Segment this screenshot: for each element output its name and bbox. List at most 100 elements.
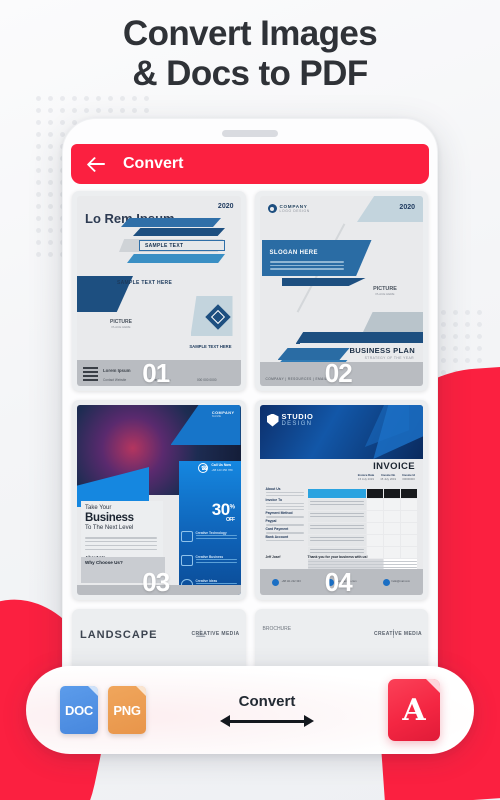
card01-picture-label: PICTURE bbox=[110, 319, 132, 325]
card01-year: 2020 bbox=[217, 203, 234, 210]
phone-mockup: Convert 2020 Lo Rem Ipsum SAMPLE TEXT SA… bbox=[62, 118, 438, 718]
card04-number: 04 bbox=[324, 567, 353, 597]
card04-thanks: Thank you for your business with us! bbox=[307, 555, 368, 559]
table-row bbox=[307, 535, 417, 546]
card02-picture-box: PICTURE PLACE HERE bbox=[363, 282, 407, 304]
card03-call-text: Call Us Now +88 123 456 789 bbox=[211, 463, 232, 472]
card03-discount: 30% OFF bbox=[212, 500, 235, 523]
card04-left-5: Bank Account bbox=[265, 535, 289, 540]
phone-icon bbox=[198, 463, 209, 473]
card02-slogan-band-2 bbox=[281, 278, 366, 286]
card01-contact-1: Contact Website bbox=[103, 378, 127, 382]
card01-footer-brand: Lorem Ipsum bbox=[103, 368, 131, 373]
card03-feature-1: Creative Technology bbox=[180, 531, 237, 542]
card04-signature: Jeff Josef bbox=[265, 555, 281, 559]
card04-contact-2: hello@mail.com bbox=[382, 578, 410, 586]
card03-feature-2: Creative Business bbox=[180, 555, 237, 566]
headline-line-2: & Docs to PDF bbox=[132, 53, 368, 93]
card03-headline-sub: To The Next Level bbox=[85, 525, 134, 531]
card02-number: 02 bbox=[324, 358, 353, 388]
card01-sample-here: SAMPLE TEXT HERE bbox=[117, 280, 173, 286]
page-title: Convert bbox=[123, 155, 184, 172]
card02-slogan-lines bbox=[269, 261, 344, 272]
card02-logo: COMPANY LOGO DESIGN bbox=[267, 204, 310, 213]
card01-shape-2 bbox=[133, 228, 225, 236]
card04-logo: STUDIO DESIGN bbox=[266, 412, 314, 427]
table-header-row bbox=[307, 489, 417, 498]
card06-title: BROCHURE bbox=[262, 626, 292, 632]
mail-icon bbox=[382, 578, 390, 586]
template-card-04[interactable]: STUDIO DESIGN INVOICE Invoice Date 15 Jul… bbox=[254, 400, 428, 600]
card04-left-4: Card Payment bbox=[265, 527, 289, 532]
template-grid: 2020 Lo Rem Ipsum SAMPLE TEXT SAMPLE TEX… bbox=[71, 191, 429, 717]
template-card-03[interactable]: COMPANY NAME Call Us Now +88 123 456 789… bbox=[72, 400, 246, 600]
card03-headline-small: Take Your bbox=[85, 505, 112, 511]
card01-shape-5 bbox=[127, 254, 225, 263]
card02-picture-sub: PLACE HERE bbox=[375, 292, 395, 296]
doc-file-icon[interactable]: DOC bbox=[60, 686, 98, 734]
card04-contact-0: +88 111 222 333 bbox=[272, 578, 301, 586]
card04-left-0: About Us bbox=[265, 487, 281, 491]
pdf-file-icon[interactable]: A bbox=[388, 679, 440, 741]
template-card-02[interactable]: 2020 COMPANY LOGO DESIGN SLOGAN HERE PIC… bbox=[254, 191, 428, 391]
card03-section-3: Why Choose Us? bbox=[85, 560, 123, 565]
table-row bbox=[307, 523, 417, 534]
card04-left-column: About Us Invoice To Payment Method Paypa… bbox=[265, 487, 304, 543]
monitor-icon bbox=[180, 531, 193, 542]
card01-sample-here-2: SAMPLE TEXT HERE bbox=[189, 344, 232, 349]
card04-left-2: Payment Method bbox=[265, 511, 293, 516]
card01-contact-3: 000 000 0000 bbox=[197, 378, 217, 382]
doc-file-label: DOC bbox=[65, 702, 93, 718]
png-file-icon[interactable]: PNG bbox=[108, 686, 146, 734]
png-file-label: PNG bbox=[113, 702, 141, 718]
card04-logo-line2: DESIGN bbox=[281, 420, 313, 427]
card01-sample-text: SAMPLE TEXT bbox=[145, 243, 184, 249]
card06-badge: CREATIVE MEDIA bbox=[373, 631, 422, 637]
card02-picture-label: PICTURE bbox=[373, 286, 397, 292]
shield-icon bbox=[266, 413, 279, 427]
card03-discount-percent: % bbox=[229, 504, 235, 511]
card01-picture-box: PICTURE PLACE HERE bbox=[97, 314, 145, 336]
qr-code-icon bbox=[83, 366, 98, 381]
double-arrow-icon bbox=[220, 715, 314, 727]
gear-icon bbox=[267, 204, 277, 213]
template-card-01[interactable]: 2020 Lo Rem Ipsum SAMPLE TEXT SAMPLE TEX… bbox=[72, 191, 246, 391]
table-row bbox=[307, 499, 417, 510]
card03-headline-big: Business bbox=[85, 512, 134, 524]
card04-meta-1-value: 15 July 2019 bbox=[380, 477, 397, 481]
app-bar: Convert bbox=[71, 144, 429, 184]
card03-blue-panel bbox=[178, 461, 241, 595]
card02-year: 2020 bbox=[399, 204, 415, 211]
table-row bbox=[307, 511, 417, 522]
card01-picture-sub: PLACE HERE bbox=[111, 325, 131, 329]
card04-meta: Invoice Date 15 July 2019 Invoice No 15 Ju… bbox=[358, 473, 415, 481]
card01-shape-1 bbox=[121, 218, 221, 227]
back-arrow-icon[interactable] bbox=[87, 154, 107, 174]
pdf-glyph: A bbox=[402, 693, 426, 729]
chart-icon bbox=[180, 555, 193, 566]
card02-plan-title: BUSINESS PLAN bbox=[349, 346, 415, 355]
card03-call-number: +88 123 456 789 bbox=[211, 468, 233, 473]
card04-left-1: Invoice To bbox=[265, 497, 283, 502]
card04-meta-0-value: 15 July 2019 bbox=[358, 477, 374, 481]
card03-call-label: Call Us Now bbox=[211, 463, 232, 468]
card02-gray-shape bbox=[363, 312, 423, 332]
card03-paragraph bbox=[85, 537, 157, 553]
card05-title: LANDSCAPE bbox=[80, 629, 158, 641]
promo-headline: Convert Images & Docs to PDF bbox=[0, 14, 500, 94]
card05-badge: CREATIVE MEDIA bbox=[191, 631, 240, 637]
convert-action-bar: DOC PNG Convert A bbox=[26, 666, 474, 754]
convert-label: Convert bbox=[238, 693, 296, 710]
card02-plan-sub: STRATEGY OF THE YEAR bbox=[364, 356, 414, 360]
card02-logo-line2: LOGO DESIGN bbox=[279, 209, 310, 213]
card04-doc-title: INVOICE bbox=[373, 461, 415, 472]
phone-icon bbox=[272, 578, 280, 586]
card04-logo-line1: STUDIO bbox=[281, 412, 314, 421]
convert-indicator: Convert bbox=[220, 693, 314, 727]
card02-slogan: SLOGAN HERE bbox=[269, 250, 318, 256]
card03-number: 03 bbox=[142, 567, 170, 597]
phone-speaker bbox=[222, 130, 278, 137]
card04-meta-2-value: 00000000 bbox=[402, 477, 415, 481]
card04-left-3: Paypal bbox=[265, 519, 277, 524]
source-file-group: DOC PNG bbox=[60, 686, 146, 734]
